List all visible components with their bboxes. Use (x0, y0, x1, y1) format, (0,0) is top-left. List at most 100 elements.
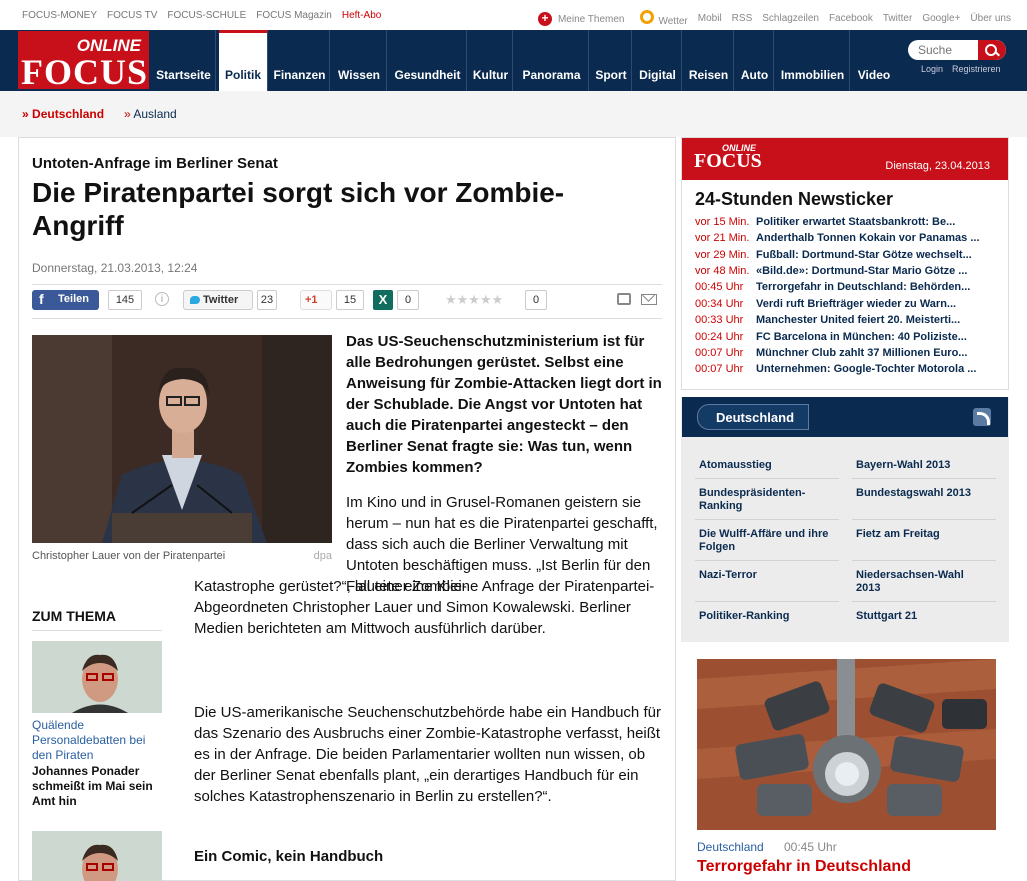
list-item[interactable]: 00:34 Uhr Verdi ruft Briefträger wieder z… (695, 298, 956, 310)
search-input[interactable] (918, 43, 973, 57)
divider (32, 284, 662, 285)
list-item[interactable]: 00:33 Uhr Manchester United feiert 20. Me… (695, 314, 960, 326)
topic-link[interactable]: Nazi-Terror (699, 569, 839, 582)
teaser-image[interactable] (697, 659, 996, 830)
list-item[interactable]: 00:07 Uhr Unternehmen: Google-Tochter Mot… (695, 363, 976, 375)
nav-reisen[interactable]: Reisen (684, 30, 734, 91)
top-link[interactable]: Schlagzeilen (762, 13, 819, 24)
related-thumbnail[interactable] (32, 641, 162, 713)
nav-startseite[interactable]: Startseite (152, 30, 216, 91)
divider (32, 630, 162, 631)
teaser-category[interactable]: Deutschland (697, 840, 764, 854)
list-item[interactable]: 00:07 Uhr Münchner Club zahlt 37 Millione… (695, 347, 967, 359)
wetter-link[interactable]: Wetter (640, 10, 688, 27)
heft-abo-link[interactable]: Heft-Abo (342, 10, 381, 21)
photo-credit: dpa (313, 550, 332, 562)
rating-stars[interactable]: ★★★★★ (445, 292, 503, 308)
subnav-deutschland[interactable]: » Deutschland (22, 107, 104, 121)
item-time: vor 15 Min. (695, 216, 750, 228)
print-icon[interactable] (617, 293, 631, 305)
article-photo[interactable] (32, 335, 332, 543)
topic-link[interactable]: Bayern-Wahl 2013 (856, 459, 996, 472)
divider (852, 560, 996, 561)
topic-link[interactable]: Atomausstieg (699, 459, 839, 472)
teaser-title[interactable]: Terrorgefahr in Deutschland (697, 858, 911, 876)
item-headline: Verdi ruft Briefträger wieder zu Warn... (756, 298, 957, 310)
nav-finanzen[interactable]: Finanzen (270, 30, 330, 91)
topic-link[interactable]: Die Wulff-Affäre und ihre Folgen (699, 528, 839, 554)
topic-link[interactable]: Bundespräsidenten-Ranking (699, 487, 824, 513)
topic-link[interactable]: Stuttgart 21 (856, 610, 996, 623)
top-link[interactable]: FOCUS-SCHULE (167, 10, 246, 21)
nav-video[interactable]: Video (852, 30, 896, 91)
nav-immobilien[interactable]: Immobilien (776, 30, 850, 91)
article-kicker: Untoten-Anfrage im Berliner Senat (32, 155, 278, 172)
item-time: vor 48 Min. (695, 265, 750, 277)
topic-link[interactable]: Niedersachsen-Wahl 2013 (856, 569, 981, 595)
topic-link[interactable]: Politiker-Ranking (699, 610, 839, 623)
top-links-right: + Meine Themen Wetter Mobil RSS Schlagzei… (537, 10, 1011, 27)
nav-politik[interactable]: Politik (219, 30, 268, 91)
item-headline: Unternehmen: Google-Tochter Motorola ... (756, 363, 977, 375)
related-thumbnail[interactable] (32, 831, 162, 881)
divider (695, 478, 839, 479)
topic-link[interactable]: Bundestagswahl 2013 (856, 487, 996, 500)
xing-share-button[interactable]: X (373, 290, 393, 310)
list-item[interactable]: vor 15 Min. Politiker erwartet Staatsbank… (695, 216, 955, 228)
thumbnail-illustration (32, 641, 162, 713)
topic-link[interactable]: Fietz am Freitag (856, 528, 996, 541)
nav-panorama[interactable]: Panorama (515, 30, 589, 91)
list-item[interactable]: vor 48 Min. «Bild.de»: Dortmund-Star Mari… (695, 265, 967, 277)
nav-sport[interactable]: Sport (591, 30, 632, 91)
top-link[interactable]: Twitter (883, 13, 912, 24)
top-utility-bar: FOCUS-MONEY FOCUS TV FOCUS-SCHULE FOCUS … (0, 0, 1027, 30)
subnav-ausland[interactable]: » Ausland (124, 107, 177, 121)
caption-text: Christopher Lauer von der Piratenpartei (32, 550, 226, 562)
item-headline: Politiker erwartet Staatsbankrott: Be... (756, 216, 956, 228)
related-caption[interactable]: Quälende Personaldebatten bei den Pirate… (32, 718, 162, 763)
facebook-share-button[interactable]: Teilen (32, 290, 99, 310)
search-icon[interactable] (978, 40, 1006, 60)
list-item[interactable]: 00:45 Uhr Terrorgefahr in Deutschland: Be… (695, 281, 970, 293)
top-link[interactable]: FOCUS TV (107, 10, 157, 21)
rss-icon[interactable] (973, 408, 991, 426)
plus-icon: + (537, 11, 552, 26)
info-icon[interactable]: i (155, 292, 169, 306)
top-link[interactable]: RSS (732, 13, 753, 24)
photo-illustration (32, 335, 332, 543)
list-item[interactable]: vor 29 Min. Fußball: Dortmund-Star Götze … (695, 249, 972, 261)
teaser-time: 00:45 Uhr (784, 840, 837, 854)
twitter-share-button[interactable]: Twitter (183, 290, 253, 310)
mail-icon[interactable] (641, 294, 657, 305)
subnav-deutschland-label: Deutschland (32, 107, 105, 121)
top-link[interactable]: Facebook (829, 13, 873, 24)
article-subheading: Ein Comic, kein Handbuch (194, 848, 384, 865)
newsticker-header: ONLINE FOCUS Dienstag, 23.04.2013 (682, 138, 1008, 180)
list-item[interactable]: vor 21 Min. Anderthalb Tonnen Kokain vor … (695, 232, 980, 244)
logo-focus-text: FOCUS (21, 52, 149, 92)
meine-themen-link[interactable]: + Meine Themen (537, 11, 624, 26)
tab-deutschland[interactable]: Deutschland (697, 404, 809, 430)
item-headline: Münchner Club zahlt 37 Millionen Euro... (756, 347, 968, 359)
teaser-illustration (697, 659, 996, 830)
login-link[interactable]: Login (921, 64, 943, 74)
divider (852, 519, 996, 520)
list-item[interactable]: 00:24 Uhr FC Barcelona in München: 40 Pol… (695, 331, 967, 343)
related-title[interactable]: Johannes Ponader schmeißt im Mai sein Am… (32, 764, 162, 809)
register-link[interactable]: Registrieren (952, 64, 1001, 74)
top-link[interactable]: Über uns (970, 13, 1011, 24)
nav-kultur[interactable]: Kultur (469, 30, 513, 91)
nav-gesundheit[interactable]: Gesundheit (389, 30, 467, 91)
nav-auto[interactable]: Auto (736, 30, 774, 91)
nav-wissen[interactable]: Wissen (332, 30, 387, 91)
focus-online-logo[interactable]: ONLINE FOCUS (18, 31, 149, 92)
nav-digital[interactable]: Digital (634, 30, 682, 91)
item-time: vor 29 Min. (695, 249, 750, 261)
top-link[interactable]: Google+ (922, 13, 960, 24)
top-link[interactable]: FOCUS Magazin (256, 10, 332, 21)
top-link[interactable]: Mobil (698, 13, 722, 24)
sun-icon (640, 10, 655, 24)
thumbnail-illustration (32, 831, 162, 881)
top-link[interactable]: FOCUS-MONEY (22, 10, 97, 21)
google-plus-button[interactable]: +1 (300, 290, 332, 310)
